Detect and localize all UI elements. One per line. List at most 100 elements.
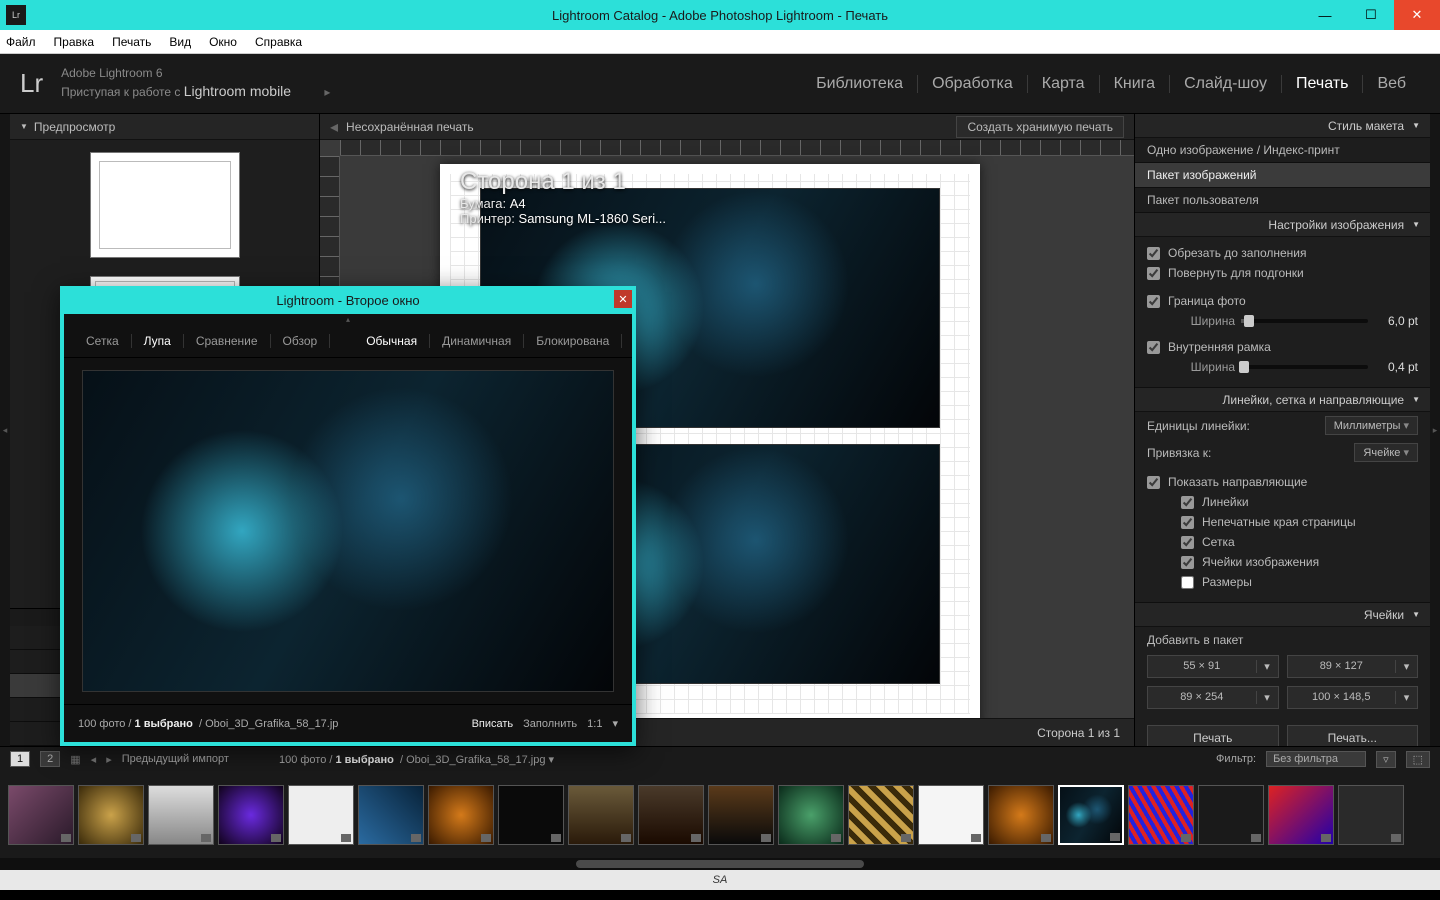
window-minimize-button[interactable]: —: [1302, 0, 1348, 30]
module-develop[interactable]: Обработка: [918, 75, 1028, 93]
sw-mode-locked[interactable]: Блокирована: [524, 334, 622, 348]
grid-icon[interactable]: ▦: [70, 753, 80, 766]
screen-1-badge[interactable]: 1: [10, 751, 30, 767]
filmstrip[interactable]: [0, 771, 1440, 858]
filmstrip-thumb[interactable]: [638, 785, 704, 845]
snap-to-select[interactable]: Привязка к:Ячейке: [1135, 439, 1430, 466]
sw-fill-button[interactable]: Заполнить: [523, 718, 577, 730]
filmstrip-scrollbar[interactable]: [0, 858, 1440, 870]
preview-thumb[interactable]: [90, 152, 240, 258]
cb-crop-to-fill[interactable]: Обрезать до заполнения: [1147, 243, 1418, 263]
filter-flag-icon[interactable]: ▿: [1376, 751, 1396, 768]
cb-dimensions[interactable]: Размеры: [1147, 572, 1418, 592]
module-web[interactable]: Веб: [1363, 75, 1420, 93]
cb-grid[interactable]: Сетка: [1147, 532, 1418, 552]
chevron-down-icon[interactable]: ▾: [1256, 691, 1278, 704]
filmstrip-thumb[interactable]: [78, 785, 144, 845]
filmstrip-thumb[interactable]: [498, 785, 564, 845]
module-print[interactable]: Печать: [1282, 75, 1363, 93]
chevron-down-icon[interactable]: ▾: [1395, 660, 1417, 673]
mobile-line[interactable]: Приступая к работе с Lightroom mobile ▸: [61, 82, 330, 102]
filmstrip-thumb-selected[interactable]: [1058, 785, 1124, 845]
layout-style-user[interactable]: Пакет пользователя: [1135, 188, 1430, 213]
size-btn-100x148[interactable]: 100 × 148,5▾: [1287, 686, 1419, 709]
second-window[interactable]: Lightroom - Второе окно ✕ ▴ Сетка Лупа С…: [60, 286, 636, 746]
filmstrip-thumb[interactable]: [918, 785, 984, 845]
filmstrip-thumb[interactable]: [708, 785, 774, 845]
layout-style-package[interactable]: Пакет изображений: [1135, 163, 1430, 188]
sw-tab-survey[interactable]: Обзор: [271, 334, 331, 348]
chevron-left-icon[interactable]: ◂: [330, 117, 338, 137]
second-window-titlebar[interactable]: Lightroom - Второе окно ✕: [60, 286, 636, 314]
module-map[interactable]: Карта: [1028, 75, 1100, 93]
sw-ratio-button[interactable]: 1:1: [587, 718, 602, 730]
filmstrip-thumb[interactable]: [568, 785, 634, 845]
size-btn-89x127[interactable]: 89 × 127▾: [1287, 655, 1419, 678]
cb-photo-border[interactable]: Граница фото: [1147, 291, 1418, 311]
sw-tab-loupe[interactable]: Лупа: [132, 334, 184, 348]
sw-collapse-top[interactable]: ▴: [64, 314, 632, 324]
section-image-settings[interactable]: Настройки изображения▼: [1135, 213, 1430, 237]
layout-style-single[interactable]: Одно изображение / Индекс-принт: [1135, 138, 1430, 163]
sw-tab-compare[interactable]: Сравнение: [184, 334, 271, 348]
ruler-units-select[interactable]: Единицы линейки:Миллиметры: [1135, 412, 1430, 439]
menu-window[interactable]: Окно: [209, 35, 237, 49]
sw-fit-button[interactable]: Вписать: [472, 718, 514, 730]
print-button[interactable]: Печать: [1147, 725, 1279, 746]
chevron-down-icon[interactable]: ▾: [1395, 691, 1417, 704]
second-window-close-button[interactable]: ✕: [614, 290, 632, 308]
cb-show-guides[interactable]: Показать направляющие: [1147, 472, 1418, 492]
left-panel-toggle[interactable]: ◂: [0, 114, 10, 746]
filter-lock-icon[interactable]: ⬚: [1406, 751, 1430, 768]
sw-mode-normal[interactable]: Обычная: [354, 334, 430, 348]
filmstrip-thumb[interactable]: [1338, 785, 1404, 845]
menu-help[interactable]: Справка: [255, 35, 302, 49]
slider-inner-width[interactable]: Ширина 0,4 pt: [1147, 357, 1418, 377]
size-btn-89x254[interactable]: 89 × 254▾: [1147, 686, 1279, 709]
chevron-down-icon[interactable]: ▾: [1256, 660, 1278, 673]
menu-file[interactable]: Файл: [6, 35, 36, 49]
filmstrip-thumb[interactable]: [428, 785, 494, 845]
screen-2-badge[interactable]: 2: [40, 751, 60, 767]
right-panel-toggle[interactable]: ▸: [1430, 114, 1440, 746]
filmstrip-thumb[interactable]: [218, 785, 284, 845]
cb-rulers[interactable]: Линейки: [1147, 492, 1418, 512]
section-cells[interactable]: Ячейки▼: [1135, 603, 1430, 627]
module-book[interactable]: Книга: [1100, 75, 1170, 93]
filmstrip-thumb[interactable]: [778, 785, 844, 845]
filmstrip-thumb[interactable]: [288, 785, 354, 845]
cb-nonprint-edges[interactable]: Непечатные края страницы: [1147, 512, 1418, 532]
cb-image-cells[interactable]: Ячейки изображения: [1147, 552, 1418, 572]
filmstrip-thumb[interactable]: [1198, 785, 1264, 845]
window-close-button[interactable]: ✕: [1394, 0, 1440, 30]
module-library[interactable]: Библиотека: [802, 75, 918, 93]
cb-inner-frame[interactable]: Внутренняя рамка: [1147, 337, 1418, 357]
menu-edit[interactable]: Правка: [54, 35, 95, 49]
chevron-down-icon[interactable]: ▾: [612, 717, 618, 730]
filmstrip-thumb[interactable]: [1268, 785, 1334, 845]
slider-border-width[interactable]: Ширина 6,0 pt: [1147, 311, 1418, 331]
nav-fwd-icon[interactable]: ▸: [106, 753, 112, 766]
filmstrip-thumb[interactable]: [1128, 785, 1194, 845]
sw-mode-live[interactable]: Динамичная: [430, 334, 524, 348]
print-dialog-button[interactable]: Печать...: [1287, 725, 1419, 746]
filmstrip-thumb[interactable]: [148, 785, 214, 845]
module-slideshow[interactable]: Слайд-шоу: [1170, 75, 1282, 93]
cb-rotate-to-fit[interactable]: Повернуть для подгонки: [1147, 263, 1418, 283]
section-layout-style[interactable]: Стиль макета▼: [1135, 114, 1430, 138]
filter-select[interactable]: Без фильтра: [1266, 751, 1366, 767]
preview-panel-head[interactable]: ▼ Предпросмотр: [10, 114, 319, 140]
nav-back-icon[interactable]: ◂: [91, 753, 97, 766]
filmstrip-thumb[interactable]: [848, 785, 914, 845]
prev-import-label[interactable]: Предыдущий импорт: [122, 753, 229, 765]
second-window-image[interactable]: [64, 358, 632, 704]
sw-tab-grid[interactable]: Сетка: [74, 334, 132, 348]
size-btn-55x91[interactable]: 55 × 91▾: [1147, 655, 1279, 678]
filmstrip-thumb[interactable]: [8, 785, 74, 845]
filmstrip-thumb[interactable]: [988, 785, 1054, 845]
menu-view[interactable]: Вид: [169, 35, 191, 49]
section-rulers-grid[interactable]: Линейки, сетка и направляющие▼: [1135, 388, 1430, 412]
create-stored-print-button[interactable]: Создать хранимую печать: [956, 116, 1124, 138]
window-maximize-button[interactable]: ☐: [1348, 0, 1394, 30]
filmstrip-thumb[interactable]: [358, 785, 424, 845]
